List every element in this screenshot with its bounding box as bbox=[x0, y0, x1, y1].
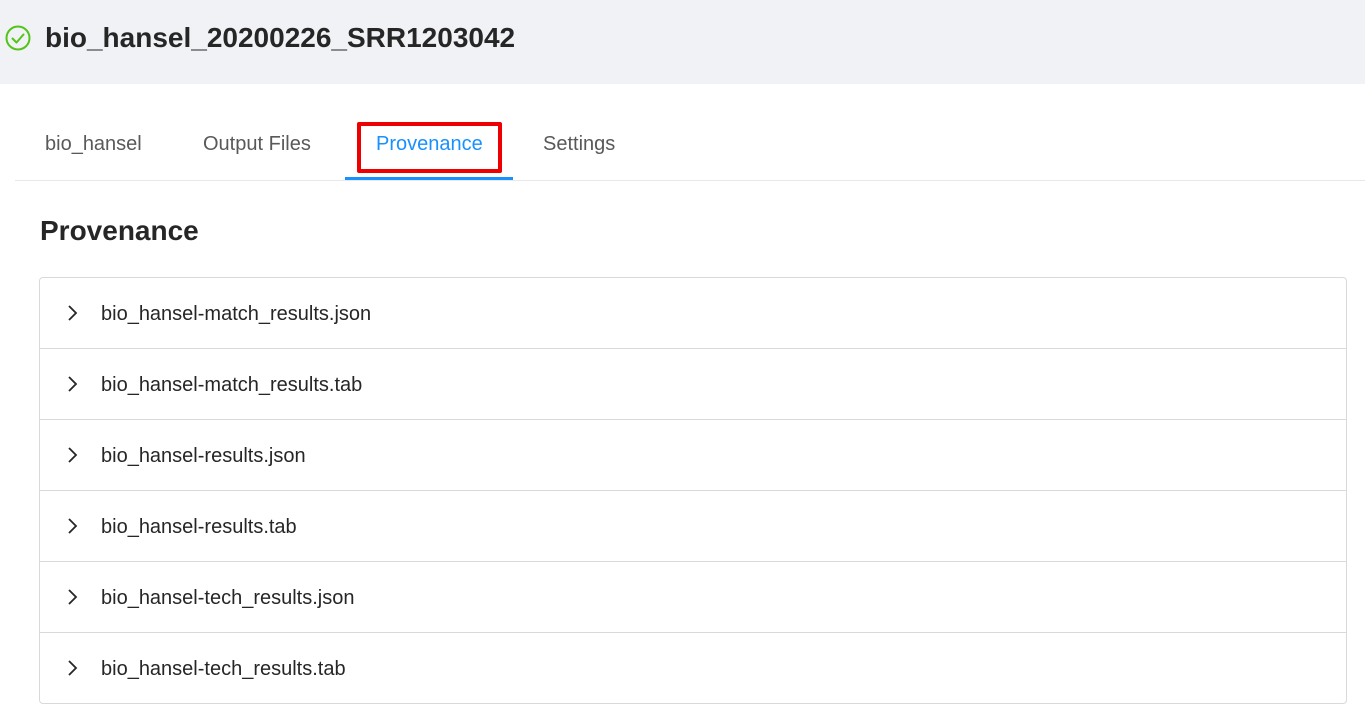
list-item-label: bio_hansel-results.tab bbox=[101, 516, 297, 538]
tab-output-files[interactable]: Output Files bbox=[203, 104, 311, 180]
list-item-label: bio_hansel-match_results.tab bbox=[101, 374, 363, 396]
check-circle-icon bbox=[5, 25, 31, 51]
list-item[interactable]: bio_hansel-tech_results.tab bbox=[40, 633, 1346, 703]
section-title: Provenance bbox=[40, 215, 199, 246]
chevron-right-icon bbox=[68, 660, 78, 676]
tab-bio-hansel[interactable]: bio_hansel bbox=[45, 104, 142, 180]
active-tab-indicator bbox=[345, 177, 513, 180]
list-item[interactable]: bio_hansel-match_results.tab bbox=[40, 349, 1346, 420]
chevron-right-icon bbox=[68, 376, 78, 392]
chevron-right-icon bbox=[68, 447, 78, 463]
list-item[interactable]: bio_hansel-results.tab bbox=[40, 491, 1346, 562]
list-item[interactable]: bio_hansel-match_results.json bbox=[40, 278, 1346, 349]
tab-settings[interactable]: Settings bbox=[543, 104, 615, 180]
list-item-label: bio_hansel-match_results.json bbox=[101, 303, 372, 325]
list-item-label: bio_hansel-tech_results.tab bbox=[101, 658, 346, 680]
tab-provenance[interactable]: Provenance bbox=[376, 104, 483, 180]
tab-bar: bio_hansel Output Files Provenance Setti… bbox=[15, 104, 1365, 181]
list-item-label: bio_hansel-results.json bbox=[101, 445, 306, 467]
list-item[interactable]: bio_hansel-tech_results.json bbox=[40, 562, 1346, 633]
chevron-right-icon bbox=[68, 518, 78, 534]
list-item[interactable]: bio_hansel-results.json bbox=[40, 420, 1346, 491]
page-title: bio_hansel_20200226_SRR1203042 bbox=[45, 22, 516, 53]
list-item-label: bio_hansel-tech_results.json bbox=[101, 587, 355, 609]
chevron-right-icon bbox=[68, 305, 78, 321]
page-header: bio_hansel_20200226_SRR1203042 bbox=[0, 0, 1365, 84]
chevron-right-icon bbox=[68, 589, 78, 605]
provenance-file-list: bio_hansel-match_results.json bio_hansel… bbox=[39, 277, 1347, 704]
